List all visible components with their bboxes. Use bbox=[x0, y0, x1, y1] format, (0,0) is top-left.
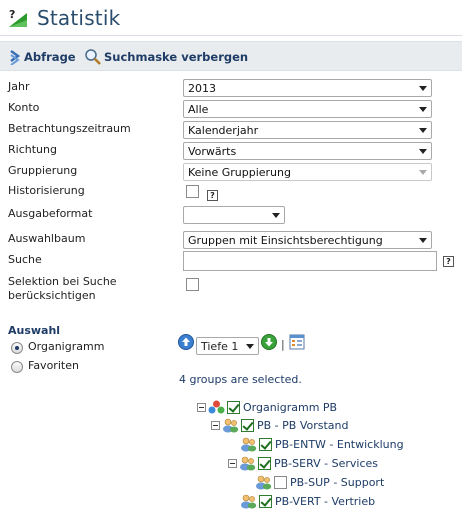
tree-checkbox[interactable] bbox=[259, 437, 272, 451]
direction-label: Richtung bbox=[8, 143, 57, 156]
tree-node-organigramm: Organigramm PB bbox=[197, 399, 337, 415]
tree-node-pb-sup: PB-SUP - Support bbox=[255, 474, 384, 490]
query-button[interactable]: Abfrage bbox=[8, 48, 76, 66]
chevron-down-icon bbox=[419, 107, 427, 112]
search-selection-label-line2: berücksichtigen bbox=[8, 289, 96, 302]
output-format-select[interactable] bbox=[183, 206, 285, 224]
chevron-down-icon bbox=[419, 170, 427, 175]
tree-node-pb-vert: PB-VERT - Vertrieb bbox=[240, 493, 375, 509]
direction-select[interactable]: Vorwärts bbox=[183, 142, 432, 160]
statistics-icon: ? bbox=[9, 8, 27, 27]
separator: | bbox=[281, 338, 285, 351]
magnifier-icon bbox=[85, 49, 101, 65]
grouping-select[interactable]: Keine Gruppierung bbox=[183, 163, 432, 181]
query-icon bbox=[10, 49, 21, 65]
favorites-radio[interactable] bbox=[11, 361, 23, 373]
arrow-up-icon[interactable] bbox=[178, 334, 194, 350]
group-icon bbox=[256, 475, 272, 489]
title-bar: ? Statistik bbox=[0, 0, 462, 36]
chevron-down-icon bbox=[419, 238, 427, 243]
selection-tree-select-value: Gruppen mit Einsichtsberechtigung bbox=[188, 234, 383, 247]
organigram-radio-label[interactable]: Organigramm bbox=[28, 340, 104, 353]
query-button-label: Abfrage bbox=[24, 50, 76, 64]
year-select-value: 2013 bbox=[188, 82, 216, 95]
output-format-label: Ausgabeformat bbox=[8, 207, 93, 220]
table-view-icon[interactable] bbox=[289, 334, 305, 350]
arrow-down-icon[interactable] bbox=[261, 334, 277, 350]
help-icon[interactable]: ? bbox=[443, 256, 454, 267]
collapse-icon[interactable] bbox=[197, 402, 206, 412]
depth-select[interactable]: Tiefe 1 bbox=[196, 337, 259, 355]
year-select[interactable]: 2013 bbox=[183, 79, 432, 97]
collapse-icon[interactable] bbox=[211, 420, 220, 430]
tree-checkbox[interactable] bbox=[274, 475, 287, 489]
tree-checkbox[interactable] bbox=[227, 400, 240, 414]
account-select-value: Alle bbox=[188, 103, 209, 116]
tree-checkbox[interactable] bbox=[258, 456, 271, 470]
tree-label[interactable]: PB - PB Vorstand bbox=[257, 419, 348, 432]
tree-node-pb-serv: PB-SERV - Services bbox=[228, 455, 378, 471]
grouping-label: Gruppierung bbox=[8, 164, 78, 177]
period-label: Betrachtungszeitraum bbox=[8, 122, 131, 135]
search-label: Suche bbox=[8, 253, 42, 266]
direction-select-value: Vorwärts bbox=[188, 145, 237, 158]
toolbar: Abfrage Suchmaske verbergen bbox=[0, 41, 462, 71]
selection-tree-label: Auswahlbaum bbox=[8, 232, 86, 245]
account-label: Konto bbox=[8, 101, 40, 114]
tree-checkbox[interactable] bbox=[241, 418, 254, 432]
tree-label[interactable]: Organigramm PB bbox=[243, 401, 337, 414]
selection-tree-select[interactable]: Gruppen mit Einsichtsberechtigung bbox=[183, 231, 432, 249]
group-icon bbox=[241, 437, 257, 451]
year-label: Jahr bbox=[8, 80, 30, 93]
help-icon[interactable]: ? bbox=[207, 190, 218, 201]
tree-label[interactable]: PB-VERT - Vertrieb bbox=[275, 495, 375, 508]
hide-search-button-label: Suchmaske verbergen bbox=[104, 50, 249, 64]
history-checkbox[interactable] bbox=[186, 185, 199, 198]
collapse-icon[interactable] bbox=[228, 458, 237, 468]
chevron-down-icon bbox=[272, 213, 280, 218]
chevron-down-icon bbox=[419, 86, 427, 91]
organigram-radio[interactable] bbox=[11, 342, 23, 354]
history-label: Historisierung bbox=[8, 184, 85, 197]
period-select[interactable]: Kalenderjahr bbox=[183, 121, 432, 139]
tree-label[interactable]: PB-ENTW - Entwicklung bbox=[275, 438, 404, 451]
tree-label[interactable]: PB-SERV - Services bbox=[274, 457, 378, 470]
tree-node-pb-entw: PB-ENTW - Entwicklung bbox=[240, 436, 404, 452]
page-title: Statistik bbox=[37, 6, 121, 30]
hide-search-button[interactable]: Suchmaske verbergen bbox=[84, 48, 248, 66]
tree-checkbox[interactable] bbox=[259, 494, 272, 508]
search-input[interactable] bbox=[183, 251, 437, 271]
chevron-down-icon bbox=[419, 128, 427, 133]
depth-select-value: Tiefe 1 bbox=[201, 340, 239, 353]
selection-title: Auswahl bbox=[8, 324, 61, 337]
svg-text:?: ? bbox=[9, 8, 15, 21]
chevron-down-icon bbox=[246, 344, 254, 349]
group-icon bbox=[241, 494, 257, 508]
tree-label[interactable]: PB-SUP - Support bbox=[290, 476, 384, 489]
search-selection-checkbox[interactable] bbox=[186, 278, 199, 291]
tree-node-pb-vorstand: PB - PB Vorstand bbox=[211, 417, 348, 433]
account-select[interactable]: Alle bbox=[183, 100, 432, 118]
organigram-icon bbox=[208, 400, 225, 414]
period-select-value: Kalenderjahr bbox=[188, 124, 259, 137]
search-selection-label-line1: Selektion bei Suche bbox=[8, 275, 117, 288]
group-icon bbox=[240, 456, 256, 470]
selected-groups-status: 4 groups are selected. bbox=[179, 373, 302, 386]
favorites-radio-label[interactable]: Favoriten bbox=[28, 359, 79, 372]
chevron-down-icon bbox=[419, 149, 427, 154]
grouping-select-value: Keine Gruppierung bbox=[188, 166, 291, 179]
group-icon bbox=[223, 418, 239, 432]
